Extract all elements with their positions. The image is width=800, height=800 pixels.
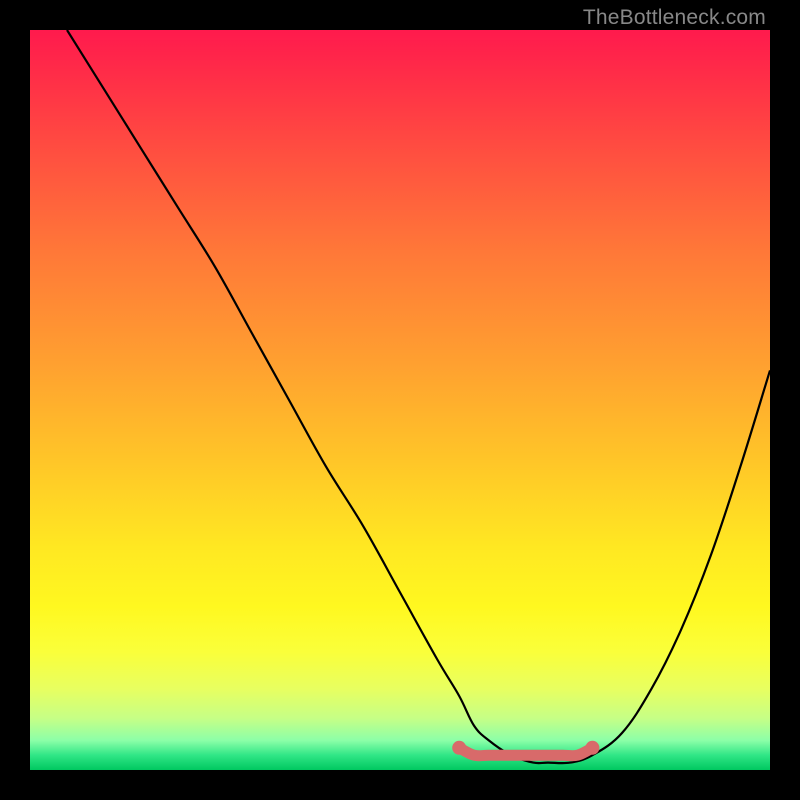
marker-end-dot [585, 741, 599, 755]
bottleneck-curve-path [67, 30, 770, 763]
plot-area [30, 30, 770, 770]
chart-container: TheBottleneck.com [0, 0, 800, 800]
marker-start-dot [452, 741, 466, 755]
chart-svg [30, 30, 770, 770]
optimal-range-marker-path [459, 748, 592, 756]
watermark-text: TheBottleneck.com [583, 6, 766, 30]
